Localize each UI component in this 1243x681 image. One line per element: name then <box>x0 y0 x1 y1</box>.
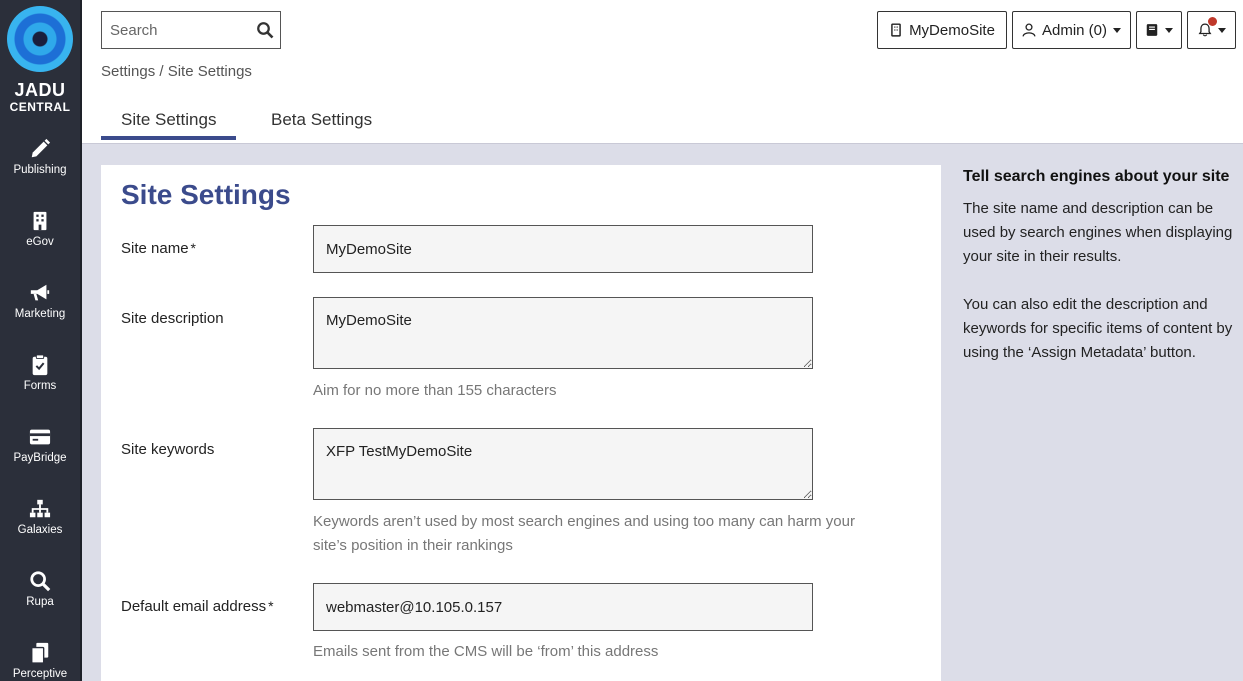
sidebar-item-label: eGov <box>26 236 54 248</box>
site-switcher-button[interactable]: MyDemoSite <box>877 11 1007 49</box>
clipboard-check-icon <box>32 354 48 376</box>
site-keywords-help: Keywords aren’t used by most search engi… <box>313 513 855 554</box>
notifications-button[interactable] <box>1187 11 1236 49</box>
settings-form-card: Site Settings Site name* Site descriptio… <box>101 165 941 681</box>
sidebar-item-paybridge[interactable]: PayBridge <box>0 426 80 498</box>
site-description-input[interactable]: MyDemoSite <box>313 297 813 369</box>
default-email-input[interactable] <box>313 583 813 631</box>
site-name-label: Site name * <box>121 240 196 257</box>
page-title: Site Settings <box>121 179 291 210</box>
user-menu-button[interactable]: Admin (0) <box>1012 11 1131 49</box>
sitemap-icon <box>29 499 51 518</box>
brand-line1: JADU <box>14 80 66 100</box>
site-description-help: Aim for no more than 155 characters <box>313 382 557 399</box>
sidebar-item-label: Rupa <box>26 596 54 608</box>
sidebar-item-label: Marketing <box>14 308 66 320</box>
chevron-down-icon <box>1113 27 1122 33</box>
help-panel-title: Tell search engines about your site <box>963 168 1230 185</box>
search-icon[interactable] <box>256 21 274 44</box>
jadu-logo[interactable] <box>7 6 73 72</box>
tab-site-settings[interactable]: Site Settings <box>101 110 237 140</box>
sidebar-item-egov[interactable]: eGov <box>0 210 80 282</box>
site-name-input[interactable] <box>313 225 813 273</box>
site-switcher-label: MyDemoSite <box>909 21 995 39</box>
sidebar-item-galaxies[interactable]: Galaxies <box>0 498 80 570</box>
sidebar: JADU CENTRAL Publishing eGov Marketing F… <box>0 0 82 681</box>
notification-badge <box>1208 17 1217 26</box>
chevron-down-icon <box>1165 27 1173 33</box>
sidebar-item-publishing[interactable]: Publishing <box>0 138 80 210</box>
chevron-down-icon <box>1217 27 1226 33</box>
tab-bar: Site Settings Beta Settings <box>82 100 1243 144</box>
site-keywords-input[interactable]: XFP TestMyDemoSite <box>313 428 813 500</box>
sidebar-item-perceptive[interactable]: Perceptive <box>0 642 80 681</box>
help-docs-button[interactable] <box>1136 11 1182 49</box>
sidebar-item-label: Perceptive <box>12 668 68 680</box>
user-menu-label: Admin (0) <box>1041 21 1108 39</box>
sidebar-item-rupa[interactable]: Rupa <box>0 570 80 642</box>
megaphone-icon <box>30 284 50 301</box>
search-box <box>101 11 281 49</box>
book-icon <box>1146 24 1158 36</box>
sidebar-item-forms[interactable]: Forms <box>0 354 80 426</box>
sidebar-item-label: Publishing <box>13 164 67 176</box>
sidebar-item-label: PayBridge <box>13 452 67 464</box>
help-panel-paragraph: You can also edit the description and ke… <box>963 296 1233 361</box>
site-description-label: Site description <box>121 310 224 327</box>
site-keywords-label: Site keywords <box>121 441 215 458</box>
help-panel-paragraph: The site name and description can be use… <box>963 200 1233 265</box>
default-email-help: Emails sent from the CMS will be ‘from’ … <box>313 643 659 660</box>
credit-card-icon <box>29 429 51 445</box>
breadcrumb: Settings / Site Settings <box>101 63 252 80</box>
required-marker: * <box>190 240 196 256</box>
documents-icon <box>31 642 49 664</box>
user-icon <box>1022 23 1036 37</box>
brand-line2: CENTRAL <box>9 100 71 114</box>
default-email-label: Default email address * <box>121 598 274 615</box>
main-content: Site Settings Site name* Site descriptio… <box>82 144 1243 681</box>
sidebar-item-label: Galaxies <box>17 524 63 536</box>
required-marker: * <box>268 598 274 614</box>
help-panel: Tell search engines about your site The … <box>963 165 1233 365</box>
tab-beta-settings[interactable]: Beta Settings <box>271 110 372 130</box>
building-icon <box>891 23 901 37</box>
sidebar-item-marketing[interactable]: Marketing <box>0 282 80 354</box>
sidebar-item-label: Forms <box>23 380 57 392</box>
pencil-icon <box>31 138 51 158</box>
building-icon <box>33 211 47 231</box>
search-icon <box>30 571 51 592</box>
search-input[interactable] <box>102 12 252 48</box>
